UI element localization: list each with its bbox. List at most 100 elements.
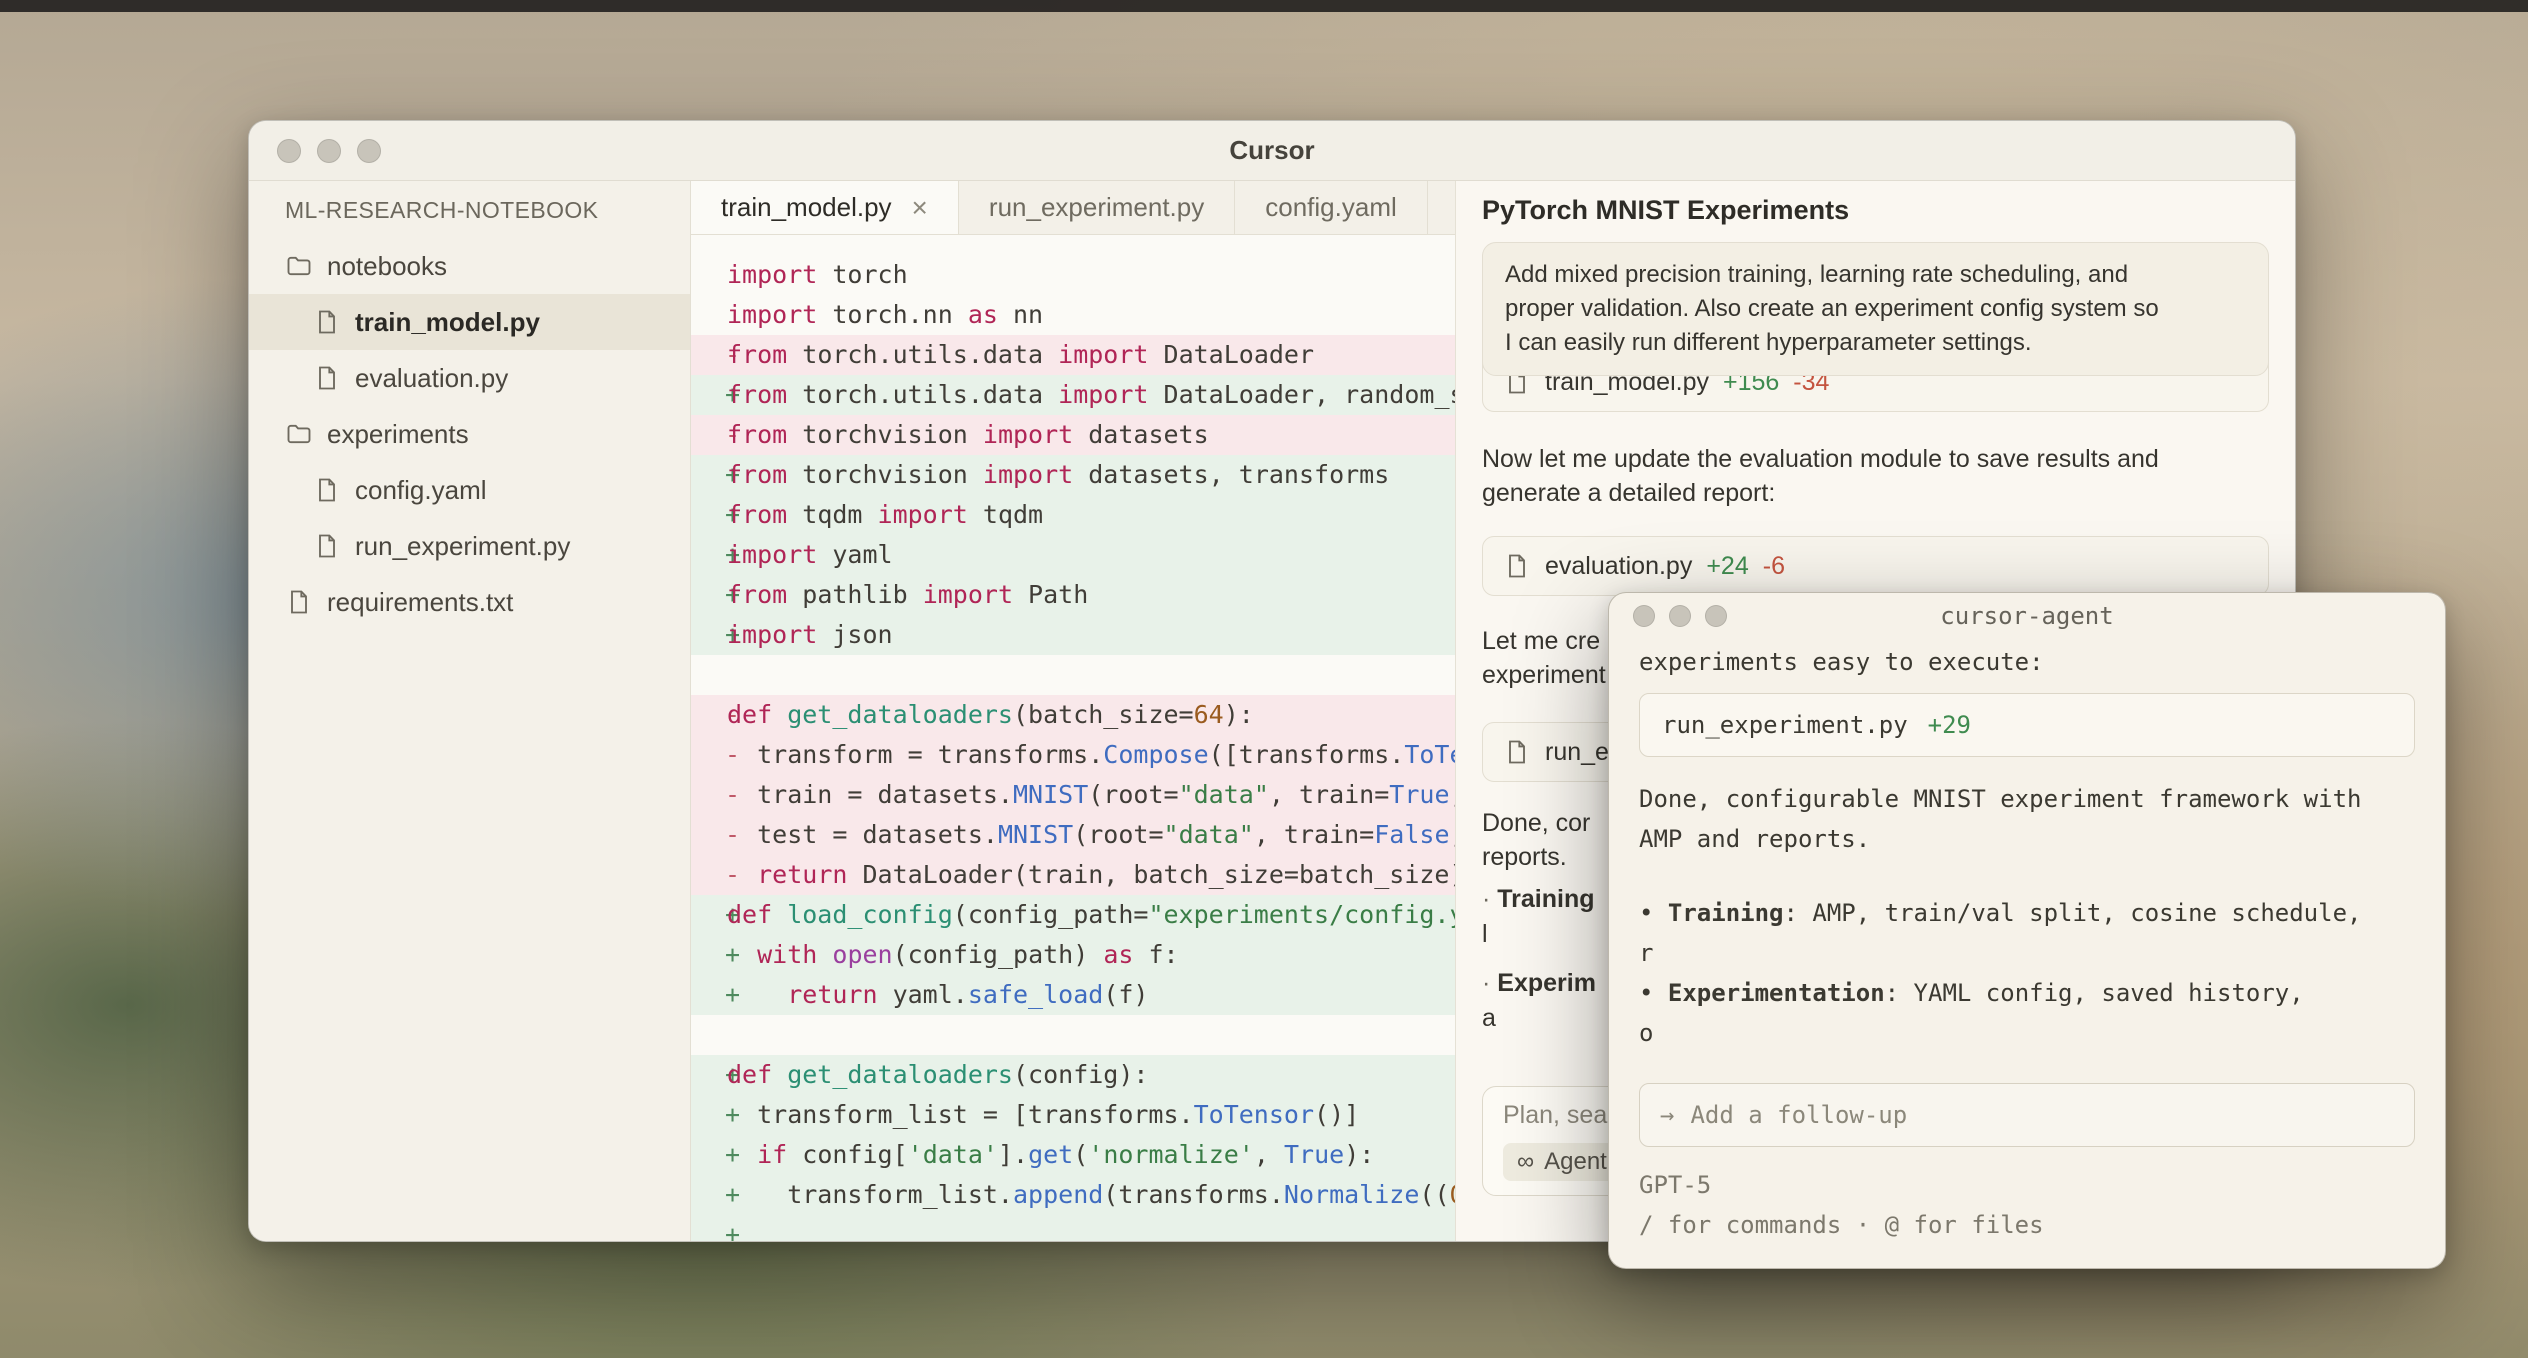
agent-mode-label: Agent (1544, 1148, 1607, 1176)
user-message-line: proper validation. Also create an experi… (1505, 292, 2246, 326)
sidebar-item-config-yaml[interactable]: config.yaml (249, 462, 690, 518)
desktop-wallpaper: Cursor ML-RESEARCH-NOTEBOOK notebookstra… (0, 0, 2528, 1358)
user-message-card: Add mixed precision training, learning r… (1482, 242, 2269, 376)
diff-marker: + (691, 1055, 727, 1095)
model-name[interactable]: GPT-5 (1639, 1171, 2415, 1199)
command-hints: / for commands · @ for files (1639, 1211, 2415, 1239)
code-editor[interactable]: import torch import torch.nn as nn-from … (691, 235, 1455, 1242)
assistant-text-line: generate a detailed report: (1482, 476, 2269, 510)
code-text: return yaml.safe_load(f) (727, 975, 1148, 1015)
code-line[interactable]: + return yaml.safe_load(f) (691, 975, 1455, 1015)
tab-run-experiment-py[interactable]: run_experiment.py (959, 181, 1235, 234)
menu-bar (0, 0, 2528, 12)
code-text: from torch.utils.data import DataLoader (727, 335, 1314, 375)
folder-icon (285, 252, 313, 280)
code-line[interactable]: +from tqdm import tqdm (691, 495, 1455, 535)
code-text: train = datasets.MNIST(root="data", trai… (727, 775, 1455, 815)
code-line[interactable]: + (691, 1215, 1455, 1242)
window-controls (277, 121, 381, 180)
sidebar-item-run-experiment-py[interactable]: run_experiment.py (249, 518, 690, 574)
code-line[interactable]: -def get_dataloaders(batch_size=64): (691, 695, 1455, 735)
diff-marker: - (691, 695, 727, 735)
file-tree: notebooks train_model.pyevaluation.pyexpe… (249, 238, 690, 630)
file-icon (1503, 552, 1531, 580)
file-icon (313, 532, 341, 560)
code-line[interactable]: - transform = transforms.Compose([transf… (691, 735, 1455, 775)
agent-bullet-line: r (1639, 933, 2415, 973)
code-line[interactable]: + with open(config_path) as f: (691, 935, 1455, 975)
code-text: import torch.nn as nn (727, 295, 1043, 335)
sidebar-item-train-model-py[interactable]: train_model.py (249, 294, 690, 350)
code-line[interactable]: +def load_config(config_path="experiment… (691, 895, 1455, 935)
code-text: from tqdm import tqdm (727, 495, 1043, 535)
agent-bullet-line: • Experimentation: YAML config, saved hi… (1639, 973, 2415, 1013)
sidebar-item-label: notebooks (327, 251, 447, 282)
file-chip-name: run_experiment.py (1662, 711, 1908, 739)
agent-mode-pill[interactable]: ∞ Agent (1503, 1143, 1621, 1181)
code-line[interactable]: + transform_list.append(transforms.Norma… (691, 1175, 1455, 1215)
agent-bullet-list: • Training: AMP, train/val split, cosine… (1639, 893, 2415, 1053)
sidebar-item-experiments[interactable]: experiments (249, 406, 690, 462)
window-controls (1633, 593, 1727, 639)
code-line[interactable]: + transform_list = [transforms.ToTensor(… (691, 1095, 1455, 1135)
file-chip-name: evaluation.py (1545, 552, 1692, 581)
code-line[interactable]: import torch (691, 255, 1455, 295)
diff-marker: + (691, 1215, 727, 1242)
code-line[interactable]: - train = datasets.MNIST(root="data", tr… (691, 775, 1455, 815)
code-line[interactable]: +from torchvision import datasets, trans… (691, 455, 1455, 495)
diff-marker: - (691, 335, 727, 375)
file-chip-evaluation[interactable]: evaluation.py +24 -6 (1482, 536, 2269, 596)
diff-marker: + (691, 1095, 727, 1135)
code-line[interactable] (691, 1015, 1455, 1055)
code-line[interactable] (691, 655, 1455, 695)
code-text: transform_list.append(transforms.Normali… (727, 1175, 1455, 1215)
diff-marker: + (691, 935, 727, 975)
code-line[interactable]: +import json (691, 615, 1455, 655)
tab-train-model-py[interactable]: train_model.py× (691, 181, 959, 234)
traffic-light-close[interactable] (277, 139, 301, 163)
agent-titlebar[interactable]: cursor-agent (1609, 593, 2445, 639)
infinity-icon: ∞ (1517, 1148, 1534, 1176)
additions-count: +24 (1706, 552, 1748, 581)
agent-transcript: experiments easy to execute: run_experim… (1609, 639, 2445, 1239)
traffic-light-zoom[interactable] (357, 139, 381, 163)
code-line[interactable]: +import yaml (691, 535, 1455, 575)
followup-input[interactable]: → Add a follow-up (1639, 1083, 2415, 1147)
file-chip-run-experiment[interactable]: run_experiment.py +29 (1639, 693, 2415, 757)
code-line[interactable]: import torch.nn as nn (691, 295, 1455, 335)
code-line[interactable]: + if config['data'].get('normalize', Tru… (691, 1135, 1455, 1175)
agent-text-line: AMP and reports. (1639, 819, 2415, 859)
diff-marker (691, 255, 727, 295)
code-text: if config['data'].get('normalize', True)… (727, 1135, 1374, 1175)
deletions-count: -6 (1763, 552, 1785, 581)
traffic-light-minimize[interactable] (317, 139, 341, 163)
code-line[interactable]: +from torch.utils.data import DataLoader… (691, 375, 1455, 415)
additions-count: +29 (1928, 711, 1971, 739)
diff-marker: + (691, 375, 727, 415)
code-line[interactable]: +def get_dataloaders(config): (691, 1055, 1455, 1095)
code-line[interactable]: -from torchvision import datasets (691, 415, 1455, 455)
code-text: import yaml (727, 535, 893, 575)
sidebar-item-evaluation-py[interactable]: evaluation.py (249, 350, 690, 406)
traffic-light-close[interactable] (1633, 605, 1655, 627)
diff-marker (691, 655, 727, 695)
code-text: from torchvision import datasets, transf… (727, 455, 1389, 495)
close-icon[interactable]: × (912, 194, 928, 222)
file-icon (313, 308, 341, 336)
code-line[interactable]: - return DataLoader(train, batch_size=ba… (691, 855, 1455, 895)
file-icon (313, 476, 341, 504)
code-line[interactable]: - test = datasets.MNIST(root="data", tra… (691, 815, 1455, 855)
traffic-light-minimize[interactable] (1669, 605, 1691, 627)
window-titlebar[interactable]: Cursor (249, 121, 2295, 181)
diff-marker (691, 295, 727, 335)
diff-marker: + (691, 535, 727, 575)
window-title: Cursor (1229, 135, 1314, 166)
tab-config-yaml[interactable]: config.yaml (1235, 181, 1428, 234)
code-line[interactable]: +from pathlib import Path (691, 575, 1455, 615)
diff-marker: - (691, 775, 727, 815)
code-text: with open(config_path) as f: (727, 935, 1179, 975)
traffic-light-zoom[interactable] (1705, 605, 1727, 627)
sidebar-item-notebooks[interactable]: notebooks (249, 238, 690, 294)
code-line[interactable]: -from torch.utils.data import DataLoader (691, 335, 1455, 375)
sidebar-item-requirements-txt[interactable]: requirements.txt (249, 574, 690, 630)
